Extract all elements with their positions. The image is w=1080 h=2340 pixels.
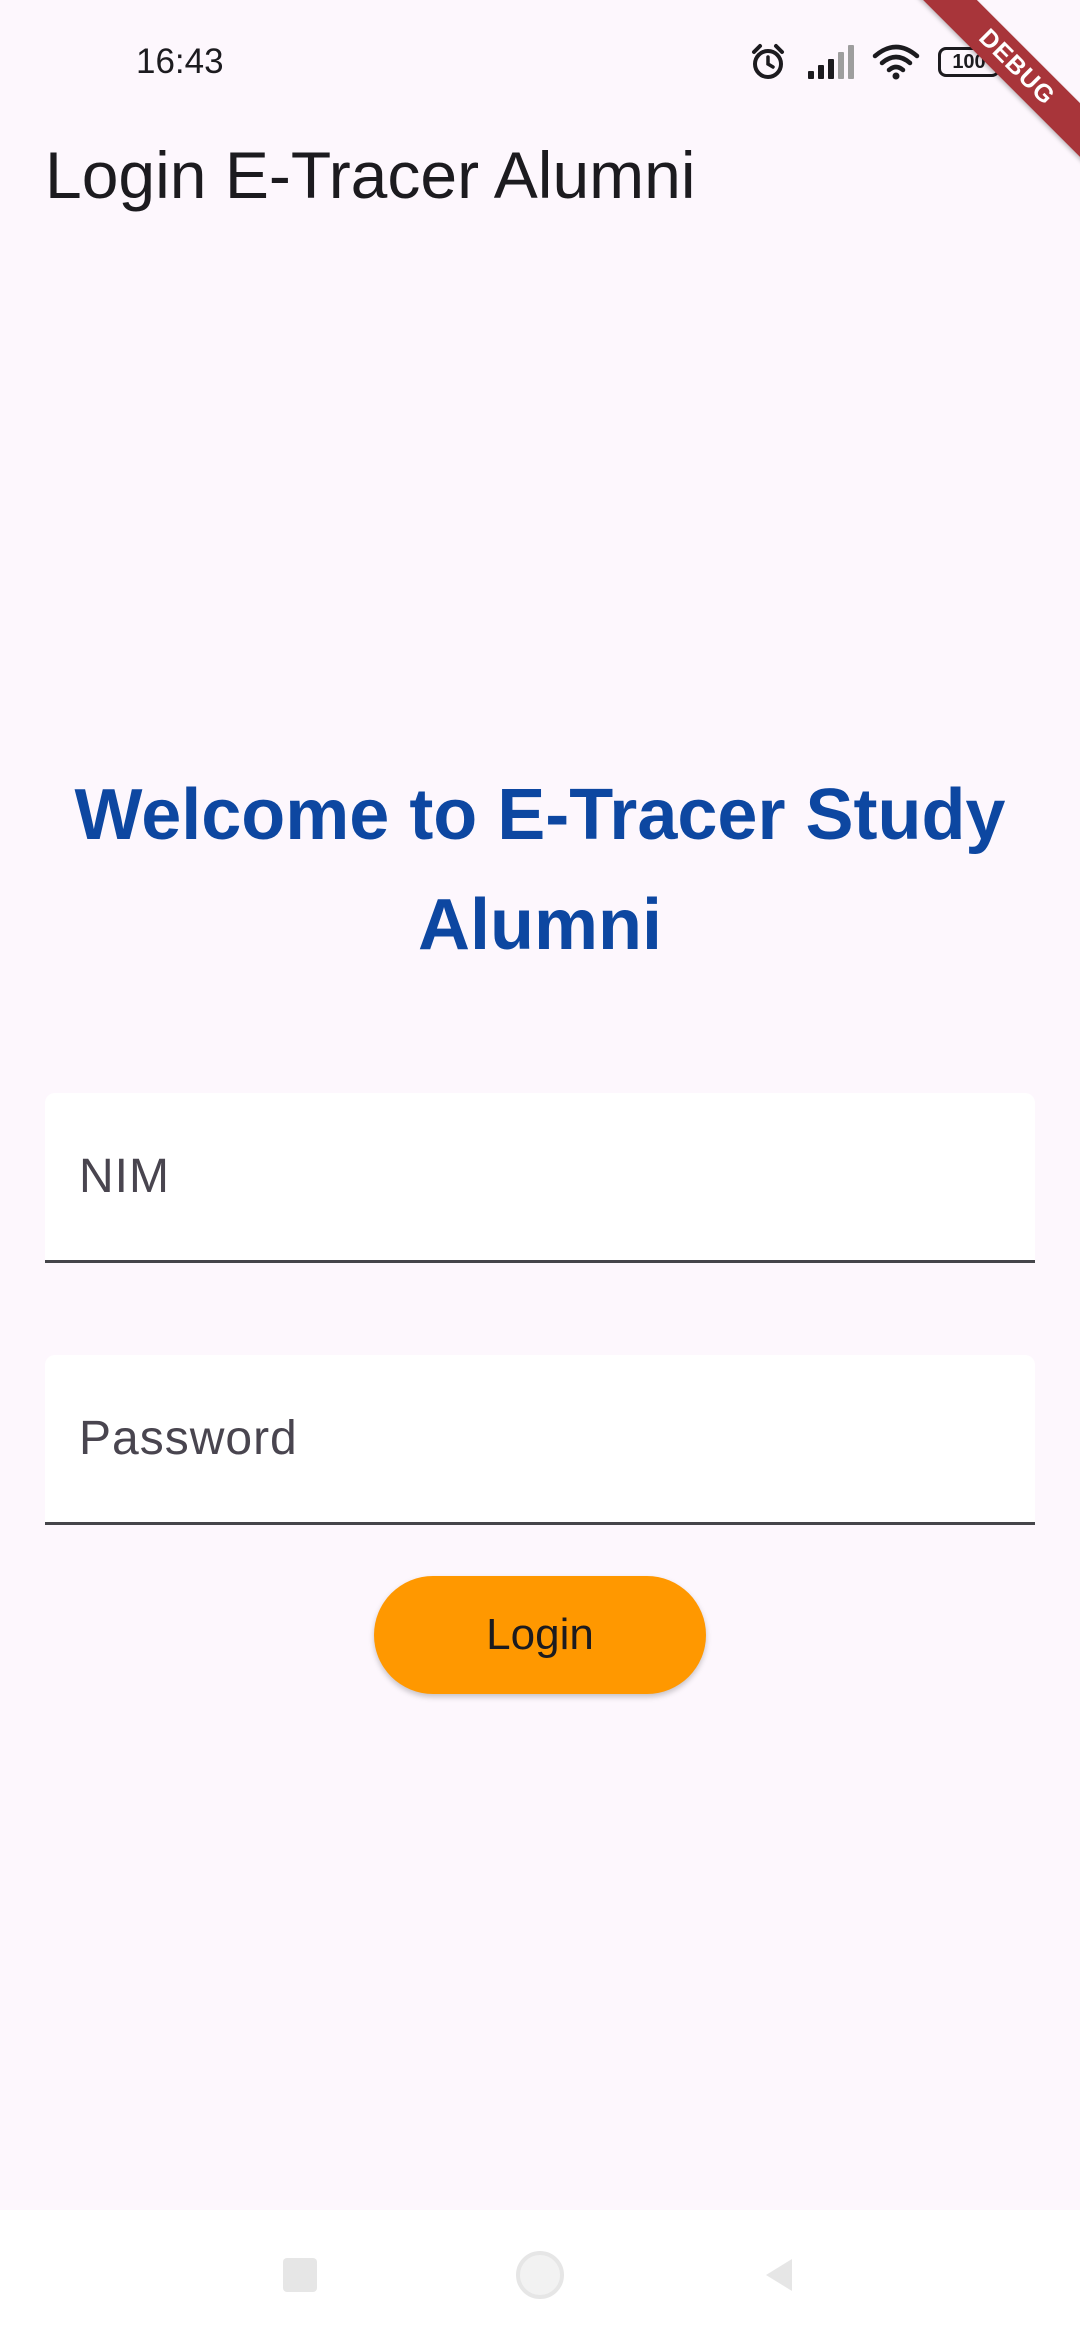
status-time: 16:43 <box>136 42 224 81</box>
password-field-container <box>45 1355 1035 1525</box>
login-button[interactable]: Login <box>374 1576 706 1694</box>
recent-apps-button[interactable] <box>240 2210 360 2340</box>
back-button[interactable] <box>718 2210 838 2340</box>
welcome-heading: Welcome to E-Tracer Study Alumni <box>74 775 1006 965</box>
page-title: Login E-Tracer Alumni <box>45 138 696 212</box>
home-button[interactable] <box>480 2210 600 2340</box>
alarm-icon <box>748 42 788 82</box>
signal-icon <box>806 45 854 79</box>
password-input[interactable] <box>45 1355 1035 1522</box>
app-bar: Login E-Tracer Alumni <box>0 125 1080 235</box>
nim-field-container <box>45 1093 1035 1263</box>
nim-input[interactable] <box>45 1093 1035 1260</box>
status-icons: 100 <box>748 40 1005 84</box>
home-icon <box>516 2251 564 2299</box>
wifi-icon <box>872 44 920 80</box>
status-bar: 16:43 100 <box>0 0 1080 125</box>
back-icon <box>766 2259 792 2291</box>
navigation-bar <box>0 2210 1080 2340</box>
battery-icon: 100 <box>938 47 1005 77</box>
recent-apps-icon <box>283 2258 317 2292</box>
